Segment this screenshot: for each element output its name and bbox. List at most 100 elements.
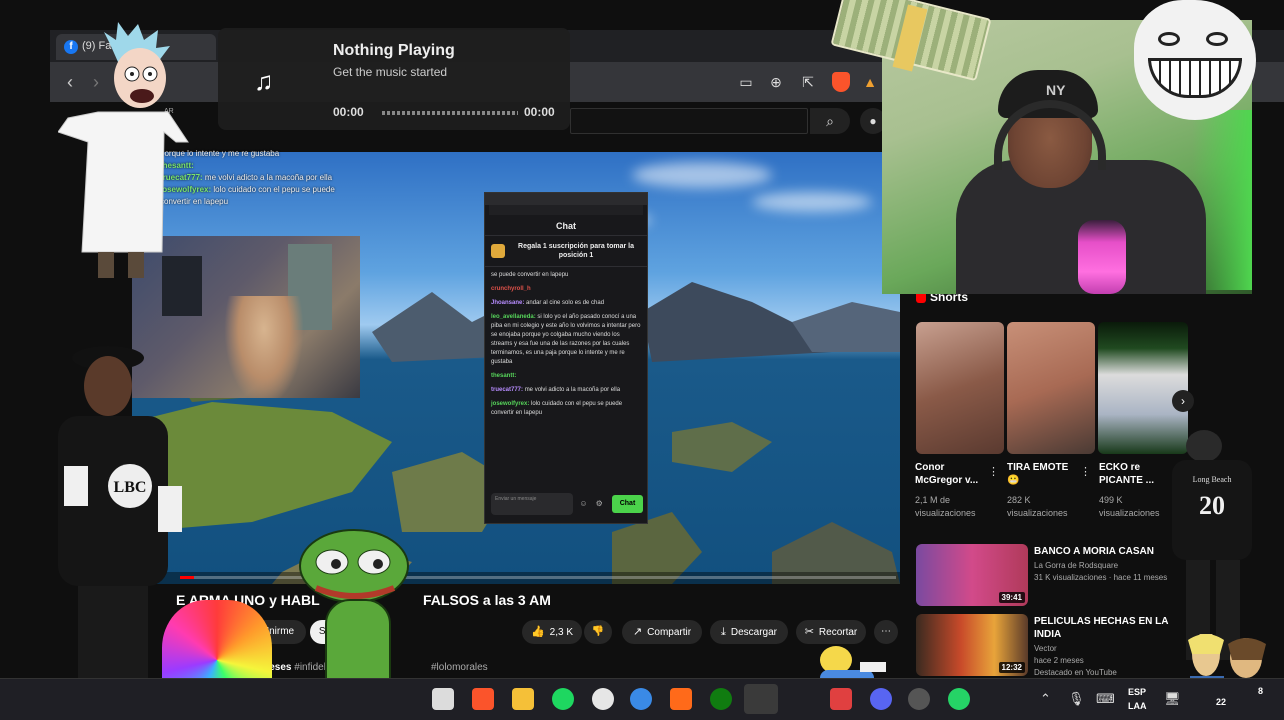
rec-thumbnail-1[interactable]: 39:41: [916, 544, 1028, 606]
like-button[interactable]: 👍 2,3 K: [522, 620, 582, 644]
search-icon[interactable]: ⌕: [810, 108, 850, 134]
short-title-2[interactable]: TIRA EMOTE 😬: [1007, 461, 1083, 487]
clock[interactable]: 22: [1216, 697, 1226, 707]
video-progress-bar[interactable]: [180, 576, 896, 579]
tray-microphone-icon[interactable]: 🎙: [1068, 691, 1085, 707]
rec-channel-1[interactable]: La Gorra de Rodsquare: [1034, 560, 1184, 572]
file-explorer-icon[interactable]: [432, 688, 454, 710]
share-button[interactable]: ↗ Compartir: [622, 620, 702, 644]
chat-text: se puede convertir en lapepu: [491, 272, 569, 278]
tray-network-icon[interactable]: 🖥: [1164, 691, 1181, 707]
promo-text: Regala 1 suscripción para tomar la posic…: [518, 243, 634, 259]
emote-icon[interactable]: ☺: [579, 499, 589, 509]
music-progress-bar[interactable]: [382, 111, 518, 115]
rick-sticker: [58, 22, 189, 278]
xbox-icon[interactable]: [710, 688, 732, 710]
short-menu-icon-2[interactable]: ⋮: [1080, 465, 1091, 478]
short-thumbnail-1[interactable]: [916, 322, 1004, 454]
tray-keyboard-icon[interactable]: ⌨: [1096, 691, 1115, 707]
obs-icon[interactable]: [670, 688, 692, 710]
date: 8: [1258, 686, 1264, 696]
rec-channel-2[interactable]: Vector: [1034, 643, 1184, 655]
chat-title: Chat: [485, 215, 647, 236]
music-widget[interactable]: ♫ Nothing Playing Get the music started …: [218, 28, 570, 130]
download-label: Descargar: [730, 627, 777, 638]
chat-window-titlebar[interactable]: [485, 193, 647, 205]
gift-icon: [491, 244, 505, 258]
short-menu-icon-1[interactable]: ⋮: [988, 465, 999, 478]
zoom-icon[interactable]: ⊕: [766, 72, 786, 92]
shirt-logo-text: LBC: [114, 479, 147, 496]
chat-text: si lolo yo el año pasado conocí a una pi…: [491, 314, 641, 365]
tray-chevron-icon[interactable]: ⌃: [1040, 691, 1051, 707]
short-thumbnail-2[interactable]: [1007, 322, 1095, 454]
share-label: Compartir: [647, 627, 692, 638]
glowing-microphone: [1078, 220, 1126, 294]
chat-message: josewolfyrex: lolo cuidado con el pepu s…: [491, 400, 641, 418]
rec-thumbnail-2[interactable]: 12:32: [916, 614, 1028, 676]
rec-duration-1: 39:41: [998, 592, 1025, 603]
chat-input-row: Enviar un mensaje ☺ ⚙ Chat: [491, 491, 643, 517]
short-views-3: 499 K visualizaciones: [1099, 495, 1160, 518]
video-tag-2[interactable]: #lolomorales: [431, 662, 488, 673]
app-icon-red[interactable]: [830, 688, 852, 710]
chat-username[interactable]: josewolfyrex:: [491, 401, 529, 407]
dislike-button[interactable]: 👎: [584, 620, 612, 644]
chat-username[interactable]: leo_avellaneda:: [491, 314, 536, 320]
chat-text: me volvi adicto a la macoña por ella: [524, 387, 621, 393]
epic-games-icon[interactable]: [744, 684, 778, 714]
chat-message: se puede convertir en lapepu: [491, 271, 641, 280]
language-indicator[interactable]: ESP: [1128, 687, 1146, 697]
overlay-chat-text: lolo cuidado con el pepu se puede: [213, 185, 335, 194]
chat-send-button[interactable]: Chat: [612, 495, 643, 513]
chat-popup-window[interactable]: Chat Regala 1 suscripción para tomar la …: [484, 192, 648, 524]
video-title-right: FALSOS a las 3 AM: [423, 592, 551, 608]
brave-rewards-icon[interactable]: ▲: [860, 72, 880, 92]
brave-browser-icon[interactable]: [472, 688, 494, 710]
short-title-1[interactable]: Conor McGregor v...: [915, 461, 991, 487]
chat-username[interactable]: Jhoansane:: [491, 300, 524, 306]
app-icon-y[interactable]: [592, 688, 614, 710]
search-input[interactable]: [570, 108, 808, 134]
discord-icon[interactable]: [870, 688, 892, 710]
shorts-next-icon[interactable]: ›: [1172, 390, 1194, 412]
rec-title-2[interactable]: PELICULAS HECHAS EN LA INDIA: [1034, 615, 1174, 641]
desktop: f (9) Face ‹ › ▭ ⊕ ⇱ ▲ be AR ⌕ ●: [0, 0, 1284, 720]
music-note-icon: ♫: [254, 66, 274, 96]
jersey-number: 20: [1199, 491, 1225, 520]
clip-label: Recortar: [818, 627, 858, 638]
rec-title-1[interactable]: BANCO A MORIA CASAN: [1034, 545, 1174, 558]
jersey-player-sticker: Long Beach 20: [1172, 430, 1252, 660]
settings-gear-icon[interactable]: ⚙: [594, 499, 604, 509]
music-time-start: 00:00: [333, 105, 364, 119]
chat-username[interactable]: thesantt:: [491, 373, 516, 379]
chat-username[interactable]: crunchyroll_h: [491, 286, 531, 292]
thumbs-up-icon: 👍: [530, 626, 545, 638]
music-subtitle: Get the music started: [333, 65, 448, 79]
cast-icon[interactable]: ▭: [736, 72, 756, 92]
share-icon[interactable]: ⇱: [798, 72, 818, 92]
short-views-2: 282 K visualizaciones: [1007, 495, 1068, 518]
cap-logo: NY: [1046, 82, 1066, 98]
short-views-1: 2,1 M de visualizaciones: [915, 495, 976, 518]
spotify-icon[interactable]: [552, 688, 574, 710]
sync-icon[interactable]: [630, 688, 652, 710]
chat-text: andar al cine solo es de chad: [526, 300, 605, 306]
short-title-3[interactable]: ECKO re PICANTE ...: [1099, 461, 1175, 487]
rec-duration-2: 12:32: [998, 662, 1025, 673]
brave-shield-icon[interactable]: [832, 72, 850, 92]
sub-gift-promo[interactable]: Regala 1 suscripción para tomar la posic…: [485, 236, 647, 267]
rec-stats-1: 31 K visualizaciones · hace 11 meses: [1034, 573, 1168, 582]
jersey-text: Long Beach: [1193, 475, 1232, 484]
download-button[interactable]: ⤓ Descargar: [710, 620, 788, 644]
chat-message: Jhoansane: andar al cine solo es de chad: [491, 299, 641, 308]
chat-messages: se puede convertir en lapepu crunchyroll_…: [485, 267, 647, 427]
chat-message: crunchyroll_h: [491, 285, 641, 294]
whatsapp-icon[interactable]: [948, 688, 970, 710]
chat-message: thesantt:: [491, 372, 641, 381]
thumbs-down-icon: 👎: [591, 626, 605, 637]
chat-username[interactable]: truecat777:: [491, 387, 523, 393]
steam-icon[interactable]: [908, 688, 930, 710]
chat-message-input[interactable]: Enviar un mensaje: [491, 493, 573, 515]
folder-icon[interactable]: [512, 688, 534, 710]
